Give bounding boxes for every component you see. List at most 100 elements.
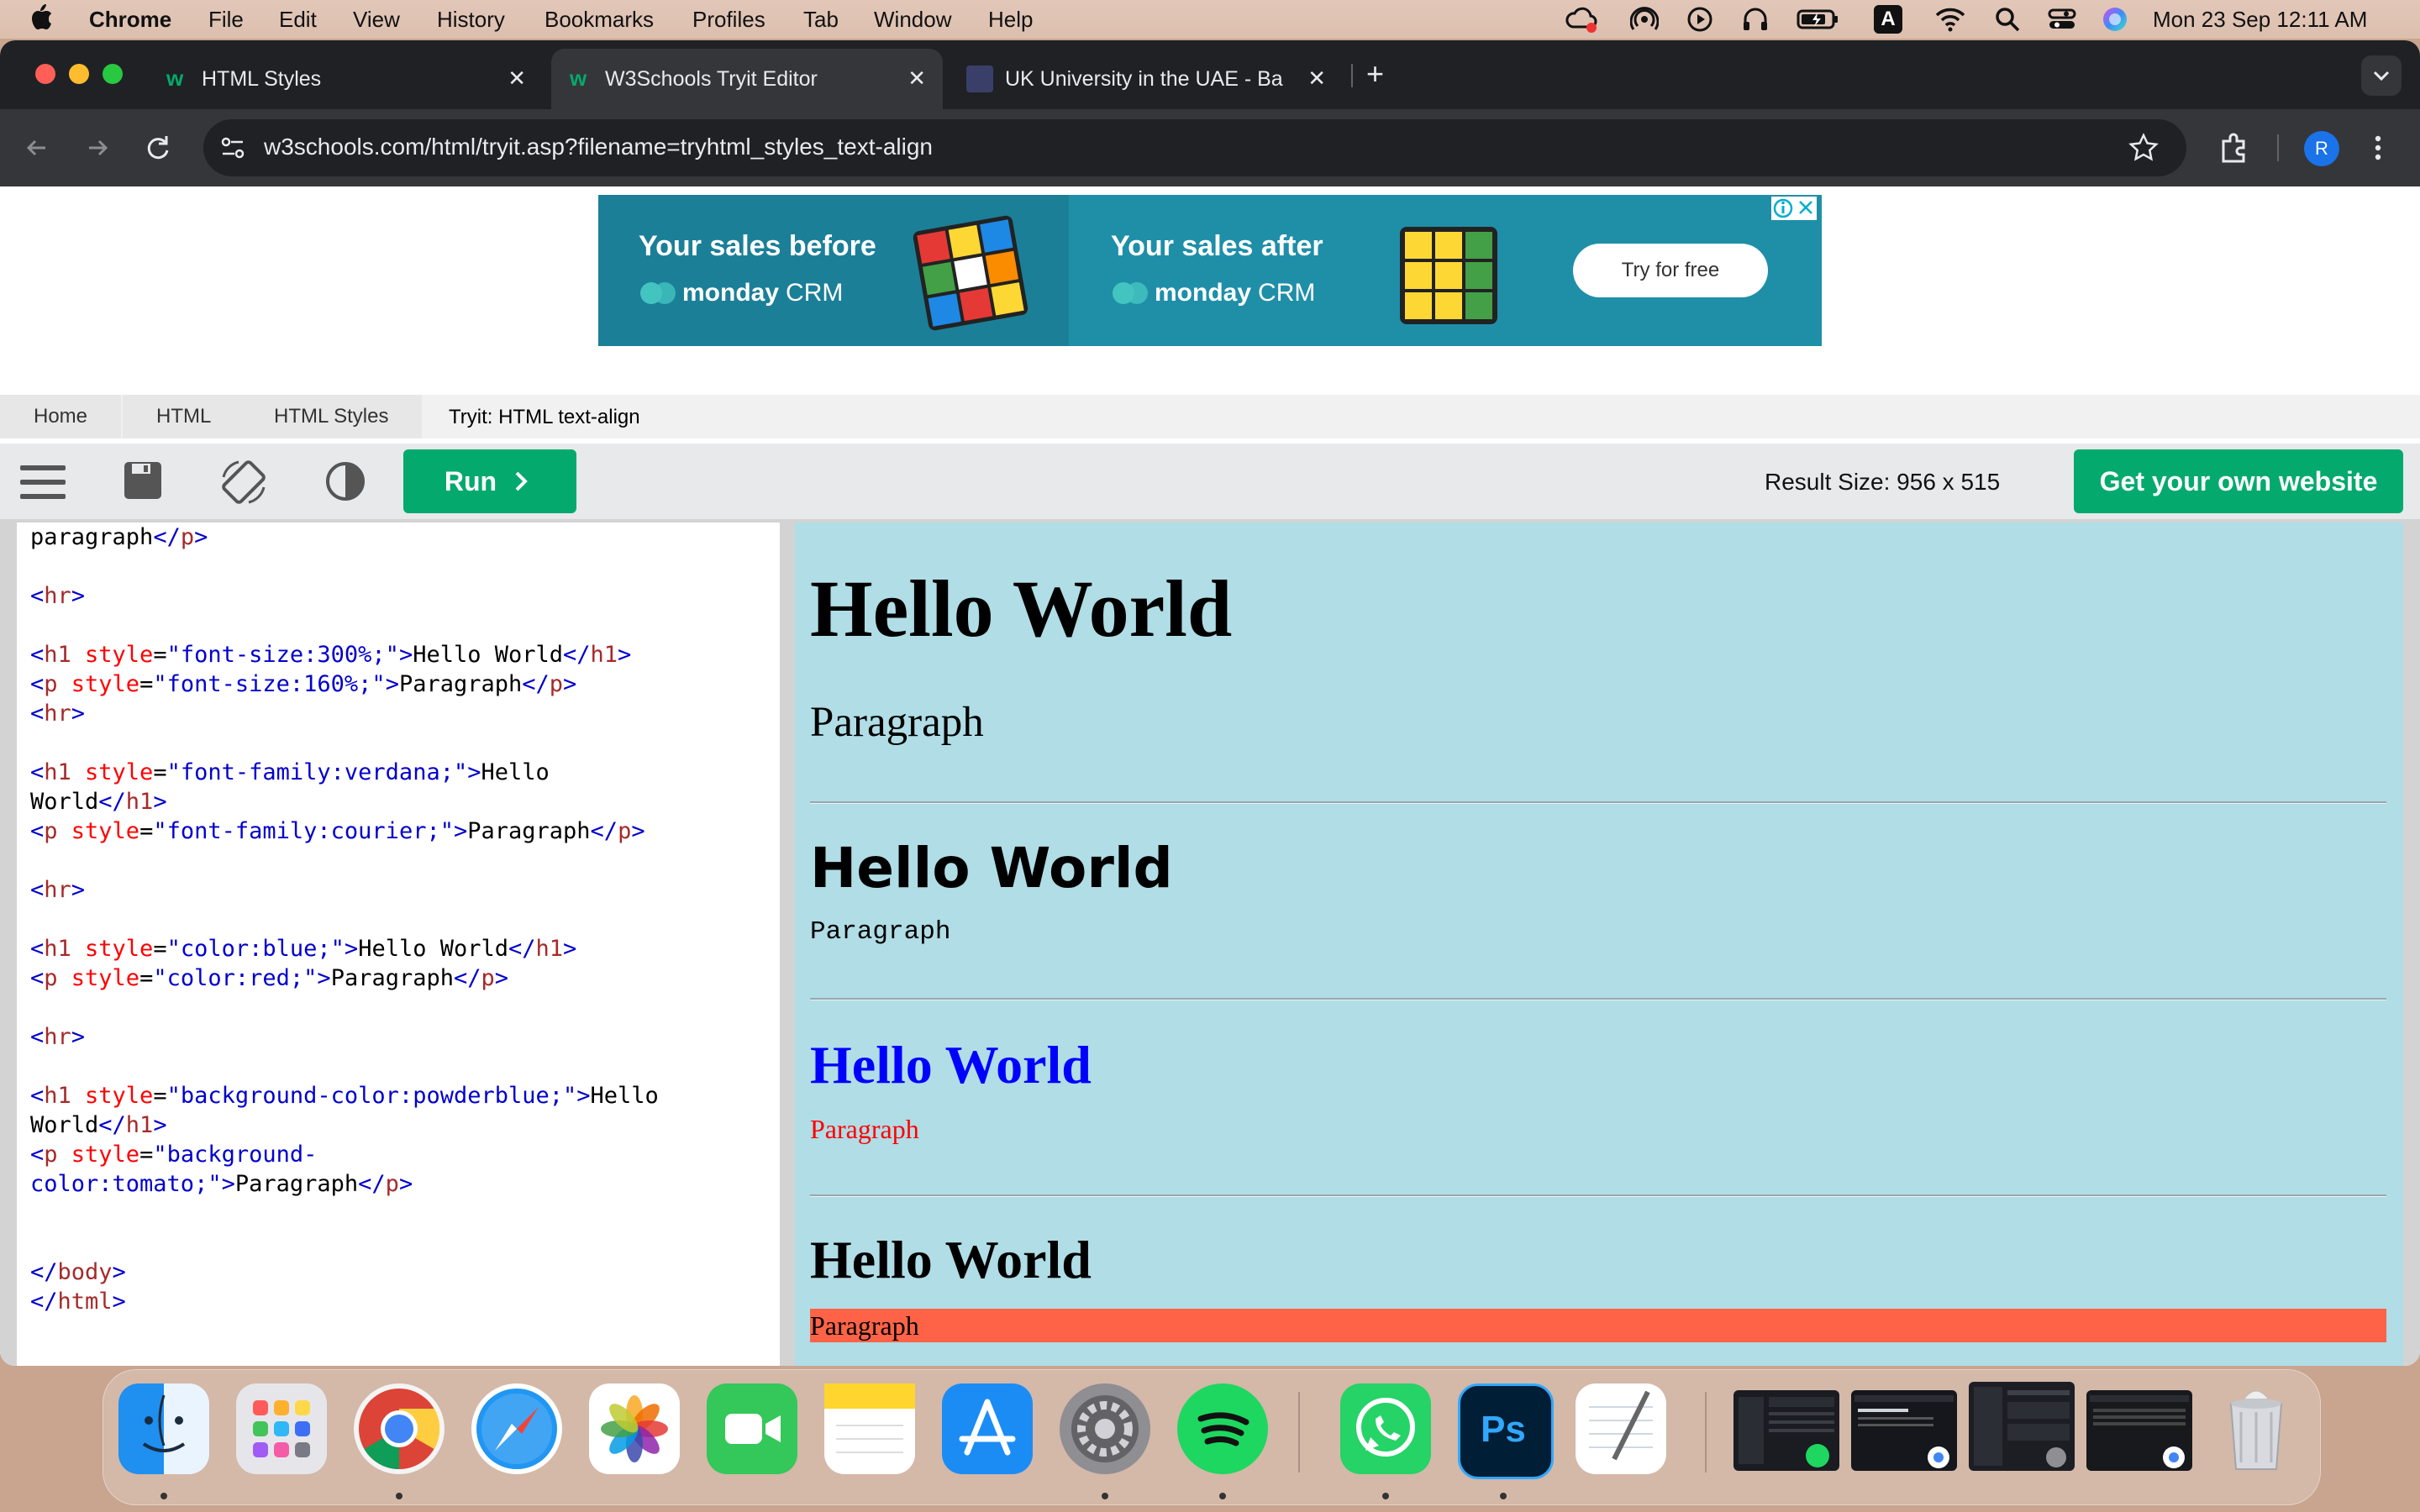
- code-line[interactable]: <p style="font-family:courier;">Paragrap…: [30, 816, 645, 846]
- menu-bookmarks[interactable]: Bookmarks: [544, 7, 654, 33]
- system-settings-icon[interactable]: [1060, 1383, 1150, 1474]
- menu-history[interactable]: History: [437, 7, 505, 33]
- menu-datetime[interactable]: Mon 23 Sep 12:11 AM: [2153, 7, 2367, 33]
- code-line[interactable]: <h1 style="color:blue;">Hello World</h1>: [30, 934, 576, 963]
- menu-help[interactable]: Help: [988, 7, 1033, 33]
- chrome-icon[interactable]: [354, 1383, 445, 1474]
- code-line[interactable]: <h1 style="font-family:verdana;">Hello: [30, 758, 550, 787]
- apple-menu-icon[interactable]: [29, 3, 54, 32]
- tab-html-styles[interactable]: w HTML Styles ✕: [148, 49, 543, 109]
- wifi-icon[interactable]: [1934, 5, 1966, 34]
- code-line[interactable]: World</h1>: [30, 787, 167, 816]
- code-line[interactable]: <hr>: [30, 699, 85, 728]
- ad-banner[interactable]: Your sales before monday CRM Your sales a…: [598, 195, 1822, 346]
- close-tab-icon[interactable]: ✕: [1307, 66, 1326, 92]
- facetime-icon[interactable]: [707, 1383, 797, 1474]
- battery-icon[interactable]: [1797, 5, 1840, 34]
- browser-menu-button[interactable]: [2370, 131, 2386, 165]
- whatsapp-icon[interactable]: [1340, 1383, 1431, 1474]
- menu-profiles[interactable]: Profiles: [692, 7, 765, 33]
- forward-button[interactable]: [81, 131, 114, 165]
- launchpad-icon[interactable]: [236, 1383, 327, 1474]
- window-thumbnail-chrome-2[interactable]: [2086, 1390, 2192, 1471]
- code-line[interactable]: </body>: [30, 1257, 126, 1287]
- code-line[interactable]: <hr>: [30, 875, 85, 905]
- minimize-window-button[interactable]: [69, 64, 89, 84]
- dark-mode-toggle-icon[interactable]: [323, 459, 368, 504]
- notes-icon[interactable]: [824, 1383, 915, 1474]
- horizontal-rule: [810, 801, 2386, 804]
- photos-icon[interactable]: [589, 1383, 680, 1474]
- code-line[interactable]: <hr>: [30, 581, 85, 611]
- save-icon[interactable]: [121, 459, 165, 502]
- code-line[interactable]: <h1 style="background-color:powderblue;"…: [30, 1081, 659, 1110]
- ad-cta-button[interactable]: Try for free: [1573, 244, 1768, 297]
- trash-icon[interactable]: [2211, 1383, 2302, 1474]
- run-button[interactable]: Run: [403, 449, 576, 513]
- window-thumbnail-settings[interactable]: [1969, 1382, 2075, 1471]
- maximize-window-button[interactable]: [103, 64, 123, 84]
- app-store-icon[interactable]: [942, 1383, 1033, 1474]
- new-tab-button[interactable]: +: [1366, 59, 1384, 89]
- menu-hamburger-icon[interactable]: [18, 459, 67, 506]
- breadcrumb-html[interactable]: HTML: [123, 395, 245, 438]
- textedit-icon[interactable]: [1576, 1383, 1666, 1474]
- code-line[interactable]: paragraph</p>: [30, 522, 208, 552]
- profile-avatar[interactable]: R: [2304, 131, 2339, 166]
- breadcrumb-html-styles[interactable]: HTML Styles: [240, 395, 423, 438]
- code-editor[interactable]: paragraph</p> <hr> <h1 style="font-size:30…: [17, 522, 780, 1366]
- tab-tryit-editor[interactable]: w W3Schools Tryit Editor ✕: [551, 49, 943, 109]
- extensions-icon[interactable]: [2217, 131, 2250, 165]
- address-bar[interactable]: w3schools.com/html/tryit.asp?filename=tr…: [203, 119, 2186, 176]
- input-source-indicator[interactable]: A: [1874, 5, 1902, 34]
- close-window-button[interactable]: [35, 64, 55, 84]
- now-playing-icon[interactable]: [1686, 5, 1714, 34]
- tab-search-button[interactable]: [2361, 55, 2402, 96]
- code-line[interactable]: <p style="background-: [30, 1140, 317, 1169]
- code-line[interactable]: <hr>: [30, 1022, 85, 1052]
- code-line[interactable]: </html>: [30, 1287, 126, 1316]
- safari-icon[interactable]: [471, 1383, 562, 1474]
- close-tab-icon[interactable]: ✕: [508, 66, 526, 92]
- siri-icon[interactable]: [2101, 5, 2129, 34]
- chevron-right-icon: [515, 471, 528, 491]
- headphones-icon[interactable]: [1741, 5, 1770, 34]
- site-info-icon[interactable]: [218, 134, 247, 162]
- window-thumbnail-chrome-1[interactable]: [1851, 1390, 1957, 1471]
- bookmark-star-icon[interactable]: [2128, 132, 2160, 164]
- spotify-icon[interactable]: [1177, 1383, 1268, 1474]
- code-line[interactable]: World</h1>: [30, 1110, 167, 1140]
- code-token: >: [112, 1289, 126, 1315]
- finder-icon[interactable]: [118, 1383, 209, 1474]
- close-tab-icon[interactable]: ✕: [908, 66, 926, 92]
- url-text[interactable]: w3schools.com/html/tryit.asp?filename=tr…: [264, 134, 933, 160]
- horizontal-rule: [810, 1194, 2386, 1197]
- menu-view[interactable]: View: [353, 7, 400, 33]
- reload-button[interactable]: [141, 131, 175, 165]
- rotate-orientation-icon[interactable]: [218, 457, 269, 507]
- menu-edit[interactable]: Edit: [279, 7, 317, 33]
- result-heading-large: Hello World: [810, 564, 1233, 654]
- menu-window[interactable]: Window: [874, 7, 951, 33]
- window-thumbnail-spotify[interactable]: [1733, 1390, 1839, 1471]
- menu-tab[interactable]: Tab: [803, 7, 839, 33]
- code-line[interactable]: <h1 style="font-size:300%;">Hello World<…: [30, 640, 631, 669]
- code-line[interactable]: <p style="color:red;">Paragraph</p>: [30, 963, 508, 993]
- result-frame[interactable]: Hello World Paragraph Hello World Paragr…: [795, 522, 2403, 1366]
- photoshop-icon[interactable]: Ps: [1458, 1383, 1554, 1479]
- breadcrumb-home[interactable]: Home: [0, 395, 122, 438]
- menu-file[interactable]: File: [208, 7, 244, 33]
- tab-uk-university[interactable]: UK University in the UAE - Ba ✕: [951, 49, 1343, 109]
- code-token: paragraph: [30, 524, 154, 550]
- back-button[interactable]: [20, 131, 54, 165]
- control-center-icon[interactable]: [2047, 5, 2077, 34]
- code-line[interactable]: <p style="font-size:160%;">Paragraph</p>: [30, 669, 576, 699]
- spotlight-search-icon[interactable]: [1993, 5, 2022, 34]
- get-your-own-website-button[interactable]: Get your own website: [2074, 449, 2403, 513]
- menu-app-name[interactable]: Chrome: [89, 7, 171, 33]
- creative-cloud-icon[interactable]: [1565, 5, 1598, 34]
- ad-choices[interactable]: [1771, 197, 1817, 220]
- code-line[interactable]: color:tomato;">Paragraph</p>: [30, 1169, 413, 1199]
- code-token: =: [153, 936, 167, 962]
- airdrop-icon[interactable]: [1630, 5, 1659, 34]
